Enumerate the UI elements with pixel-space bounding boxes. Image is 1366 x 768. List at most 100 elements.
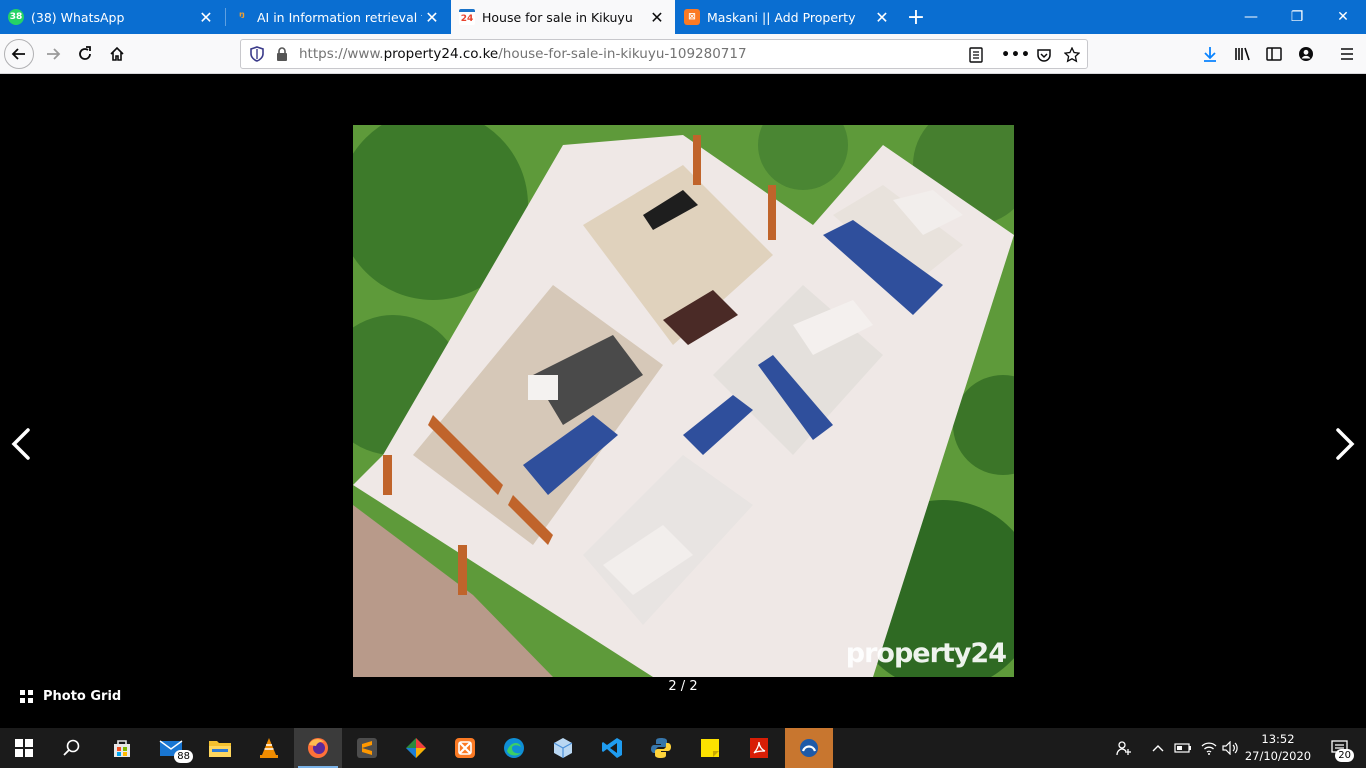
taskbar-xampp[interactable] — [441, 728, 489, 768]
cube-icon — [553, 738, 573, 758]
taskbar-git-kraken[interactable] — [392, 728, 440, 768]
pdf-icon — [750, 738, 768, 758]
tab-maskani-add-property[interactable]: ⊠ Maskani || Add Property ✕ — [676, 0, 900, 34]
battery-icon — [1174, 743, 1191, 753]
lock-icon[interactable] — [275, 47, 289, 62]
library-icon — [1235, 47, 1250, 61]
xampp-icon: ⊠ — [684, 9, 700, 25]
account-button[interactable] — [1291, 39, 1321, 69]
next-image-arrow[interactable] — [1330, 424, 1358, 464]
sidebar-icon — [1266, 47, 1282, 61]
taskbar-app-shortcut[interactable] — [785, 728, 833, 768]
tab-bar: 38 (38) WhatsApp ✕ ᵑ AI in Information r… — [0, 0, 1366, 34]
photo-grid-button[interactable]: Photo Grid — [20, 689, 121, 704]
wifi-button[interactable] — [1198, 728, 1220, 768]
navigation-toolbar: https://www.property24.co.ke/house-for-s… — [0, 34, 1366, 74]
restore-button[interactable]: ❐ — [1274, 0, 1320, 34]
store-bag-icon — [114, 740, 130, 757]
firefox-icon — [308, 738, 328, 758]
close-window-button[interactable]: ✕ — [1320, 0, 1366, 34]
clock-time: 13:52 — [1261, 732, 1295, 746]
taskbar-vscode[interactable] — [588, 728, 636, 768]
mail-badge: 88 — [174, 750, 193, 763]
tab-title: (38) WhatsApp — [31, 9, 125, 25]
tab-title: Maskani || Add Property — [707, 9, 856, 25]
tab-house-for-sale[interactable]: 24 House for sale in Kikuyu ✕ — [451, 0, 675, 34]
gallery-viewer: property24 2 / 2 Photo Grid — [0, 74, 1366, 728]
close-icon[interactable]: ✕ — [872, 7, 892, 27]
app-circle-icon — [800, 739, 818, 757]
url-text[interactable]: https://www.property24.co.ke/house-for-s… — [299, 46, 747, 62]
search-icon — [63, 739, 80, 756]
tracking-shield-icon[interactable] — [249, 46, 265, 62]
taskbar-sublime-text[interactable] — [343, 728, 391, 768]
python-icon — [651, 738, 671, 758]
previous-image-arrow[interactable] — [8, 424, 36, 464]
reload-button[interactable] — [70, 39, 100, 69]
sublime-text-icon — [357, 738, 377, 758]
minimize-button[interactable]: — — [1228, 0, 1274, 34]
people-icon — [1116, 741, 1131, 756]
home-icon — [110, 46, 124, 61]
sidebar-button[interactable] — [1259, 39, 1289, 69]
home-button[interactable] — [102, 39, 132, 69]
start-button[interactable] — [0, 728, 48, 768]
property24-icon: 24 — [459, 9, 475, 25]
menu-button[interactable] — [1332, 39, 1362, 69]
tab-title: AI in Information retrieval for M — [257, 9, 422, 25]
reader-view-icon[interactable] — [967, 46, 985, 64]
tab-ai-information-retrieval[interactable]: ᵑ AI in Information retrieval for M ✕ — [226, 0, 450, 34]
people-button[interactable] — [1110, 728, 1138, 768]
taskbar-file-explorer[interactable] — [196, 728, 244, 768]
house-floorplan-render — [353, 125, 1014, 677]
volume-button[interactable] — [1220, 728, 1242, 768]
windows-logo-icon — [15, 739, 33, 757]
battery-button[interactable] — [1172, 728, 1194, 768]
url-domain: property24.co.ke — [383, 46, 499, 62]
taskbar-edge[interactable] — [490, 728, 538, 768]
close-icon[interactable]: ✕ — [196, 7, 216, 27]
taskbar-mail[interactable]: 88 — [147, 728, 195, 768]
url-path: /house-for-sale-in-kikuyu-109280717 — [498, 46, 747, 62]
tab-title: House for sale in Kikuyu — [482, 9, 633, 25]
taskbar-sticky-notes[interactable] — [686, 728, 734, 768]
vlc-cone-icon — [260, 738, 278, 758]
address-bar[interactable]: https://www.property24.co.ke/house-for-s… — [240, 39, 1088, 69]
arrow-left-icon — [11, 48, 25, 60]
forward-button[interactable] — [38, 39, 68, 69]
system-clock[interactable]: 13:52 27/10/2020 — [1244, 731, 1312, 765]
close-icon[interactable]: ✕ — [647, 7, 667, 27]
whatsapp-icon: 38 — [8, 9, 24, 25]
bookmark-star-icon[interactable] — [1063, 46, 1081, 64]
vscode-icon — [602, 738, 622, 758]
taskbar-python[interactable] — [637, 728, 685, 768]
download-icon — [1204, 47, 1216, 62]
edge-icon — [504, 738, 524, 758]
new-tab-button[interactable]: + — [902, 3, 930, 31]
tab-whatsapp[interactable]: 38 (38) WhatsApp ✕ — [0, 0, 224, 34]
grid-icon — [20, 690, 33, 703]
url-prefix: https://www. — [299, 46, 384, 62]
page-actions-icon[interactable]: ••• — [1001, 46, 1030, 64]
clock-date: 27/10/2020 — [1244, 749, 1312, 763]
taskbar-store[interactable] — [98, 728, 146, 768]
downloads-button[interactable] — [1195, 39, 1225, 69]
show-hidden-icons-button[interactable] — [1148, 728, 1168, 768]
property24-watermark: property24 — [845, 638, 1007, 669]
property-photo[interactable]: property24 — [353, 125, 1014, 677]
pocket-icon[interactable] — [1035, 46, 1053, 64]
arrow-right-icon — [47, 48, 61, 60]
back-button[interactable] — [4, 39, 34, 69]
search-button[interactable] — [48, 728, 96, 768]
hamburger-menu-icon — [1341, 48, 1353, 60]
close-icon[interactable]: ✕ — [422, 7, 442, 27]
reload-icon — [79, 46, 91, 60]
xampp-icon — [455, 738, 475, 758]
taskbar-vlc[interactable] — [245, 728, 293, 768]
photo-grid-label: Photo Grid — [43, 689, 122, 704]
taskbar-3d-viewer[interactable] — [539, 728, 587, 768]
taskbar-acrobat[interactable] — [735, 728, 783, 768]
library-button[interactable] — [1228, 39, 1258, 69]
taskbar-firefox[interactable] — [294, 728, 342, 768]
action-center-button[interactable]: 20 — [1320, 728, 1360, 768]
